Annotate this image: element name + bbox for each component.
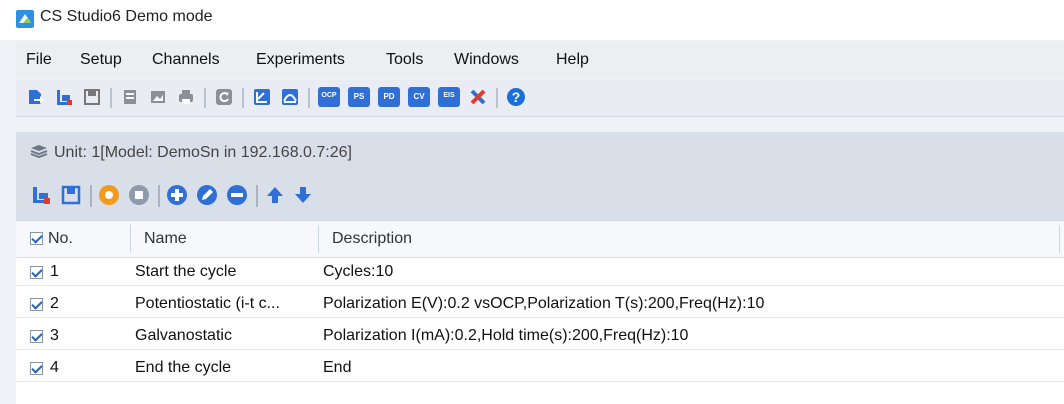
settings-tools-icon[interactable]: [468, 87, 488, 107]
save-icon[interactable]: [60, 184, 82, 206]
menu-help[interactable]: Help: [556, 51, 589, 69]
toolbar-separator: [204, 88, 206, 108]
column-header-name[interactable]: Name: [144, 230, 187, 248]
menu-tools[interactable]: Tools: [386, 51, 423, 69]
svg-text:?: ?: [512, 89, 521, 105]
pd-button[interactable]: PD: [378, 87, 400, 107]
row-checkbox[interactable]: [30, 298, 43, 311]
pd-label: PD: [383, 92, 395, 101]
move-down-icon[interactable]: [292, 184, 314, 206]
run-icon[interactable]: [98, 184, 120, 206]
menu-setup[interactable]: Setup: [80, 51, 122, 69]
row-description: Cycles:10: [323, 263, 394, 280]
experiment-table: No. Name Description 1 Start the cycle C…: [16, 220, 1064, 404]
table-row[interactable]: 1 Start the cycle Cycles:10: [16, 261, 1064, 285]
toolbar-separator: [256, 185, 258, 207]
move-up-icon[interactable]: [264, 184, 286, 206]
select-all-checkbox[interactable]: [30, 232, 43, 245]
row-divider: [16, 349, 1064, 350]
title-bar: CS Studio6 Demo mode: [0, 0, 1064, 40]
toolbar-separator: [158, 185, 160, 207]
add-step-icon[interactable]: [166, 184, 188, 206]
column-header-description[interactable]: Description: [332, 230, 412, 248]
stack-layers-icon: [30, 145, 48, 159]
row-checkbox[interactable]: [30, 266, 43, 279]
toolbar-separator: [110, 88, 112, 108]
edit-step-icon[interactable]: [196, 184, 218, 206]
unit-bar: Unit: 1[Model: DemoSn in 192.168.0.7:26]: [16, 132, 1064, 172]
row-number: 2: [50, 295, 59, 312]
cv-label: CV: [413, 92, 425, 101]
row-name: End the cycle: [135, 359, 232, 376]
new-experiment-icon[interactable]: [54, 87, 74, 107]
app-logo-icon: [16, 10, 34, 28]
row-name: Potentiostatic (i-t c...: [135, 295, 280, 312]
row-number: 1: [50, 263, 59, 280]
row-description: Polarization I(mA):0.2,Hold time(s):200,…: [323, 327, 689, 344]
ocp-button[interactable]: OCP: [318, 87, 340, 107]
table-row[interactable]: 2 Potentiostatic (i-t c... Polarization …: [16, 293, 1064, 317]
row-description: End: [323, 359, 352, 376]
row-name: Start the cycle: [135, 263, 237, 280]
cv-button[interactable]: CV: [408, 87, 430, 107]
menu-channels[interactable]: Channels: [152, 51, 220, 69]
row-number: 3: [50, 327, 59, 344]
column-divider[interactable]: [318, 225, 319, 253]
print-icon[interactable]: [176, 87, 196, 107]
new-experiment-icon[interactable]: [30, 184, 52, 206]
measure-icon[interactable]: [252, 87, 272, 107]
toolbar-separator: [308, 88, 310, 108]
help-icon[interactable]: ?: [506, 87, 526, 107]
table-row[interactable]: 4 End the cycle End: [16, 357, 1064, 381]
menu-windows[interactable]: Windows: [454, 51, 519, 69]
column-divider[interactable]: [130, 225, 131, 253]
row-divider: [16, 381, 1064, 382]
row-number: 4: [50, 359, 59, 376]
column-header-no[interactable]: No.: [48, 230, 73, 248]
table-row[interactable]: 3 Galvanostatic Polarization I(mA):0.2,H…: [16, 325, 1064, 349]
open-file-icon[interactable]: [26, 87, 46, 107]
table-header: No. Name Description: [16, 221, 1064, 258]
menu-experiments[interactable]: Experiments: [256, 51, 345, 69]
overlay-icon[interactable]: [280, 87, 300, 107]
toolbar-separator: [90, 185, 92, 207]
export-image-icon[interactable]: [148, 87, 168, 107]
toolbar-separator: [242, 88, 244, 108]
row-divider: [16, 285, 1064, 286]
refresh-icon[interactable]: [214, 87, 234, 107]
remove-step-icon[interactable]: [226, 184, 248, 206]
main-toolbar: OCP PS PD CV EIS ?: [16, 80, 1064, 117]
experiment-toolbar: [16, 172, 1064, 220]
save-icon[interactable]: [82, 87, 102, 107]
window-title: CS Studio6 Demo mode: [40, 8, 213, 25]
eis-label: EIS: [443, 92, 455, 99]
stop-icon[interactable]: [128, 184, 150, 206]
row-divider: [16, 317, 1064, 318]
ps-label: PS: [353, 92, 365, 101]
eis-button[interactable]: EIS: [438, 87, 460, 107]
column-divider[interactable]: [1059, 225, 1060, 253]
copy-icon[interactable]: [120, 87, 140, 107]
unit-label: Unit: 1[Model: DemoSn in 192.168.0.7:26]: [54, 144, 352, 161]
row-checkbox[interactable]: [30, 330, 43, 343]
menu-bar: File Setup Channels Experiments Tools Wi…: [16, 42, 1064, 78]
toolbar-separator: [496, 88, 498, 108]
row-name: Galvanostatic: [135, 327, 232, 344]
menu-file[interactable]: File: [26, 51, 52, 69]
ocp-label: OCP: [321, 92, 337, 99]
ps-button[interactable]: PS: [348, 87, 370, 107]
row-description: Polarization E(V):0.2 vsOCP,Polarization…: [323, 295, 765, 312]
row-checkbox[interactable]: [30, 362, 43, 375]
